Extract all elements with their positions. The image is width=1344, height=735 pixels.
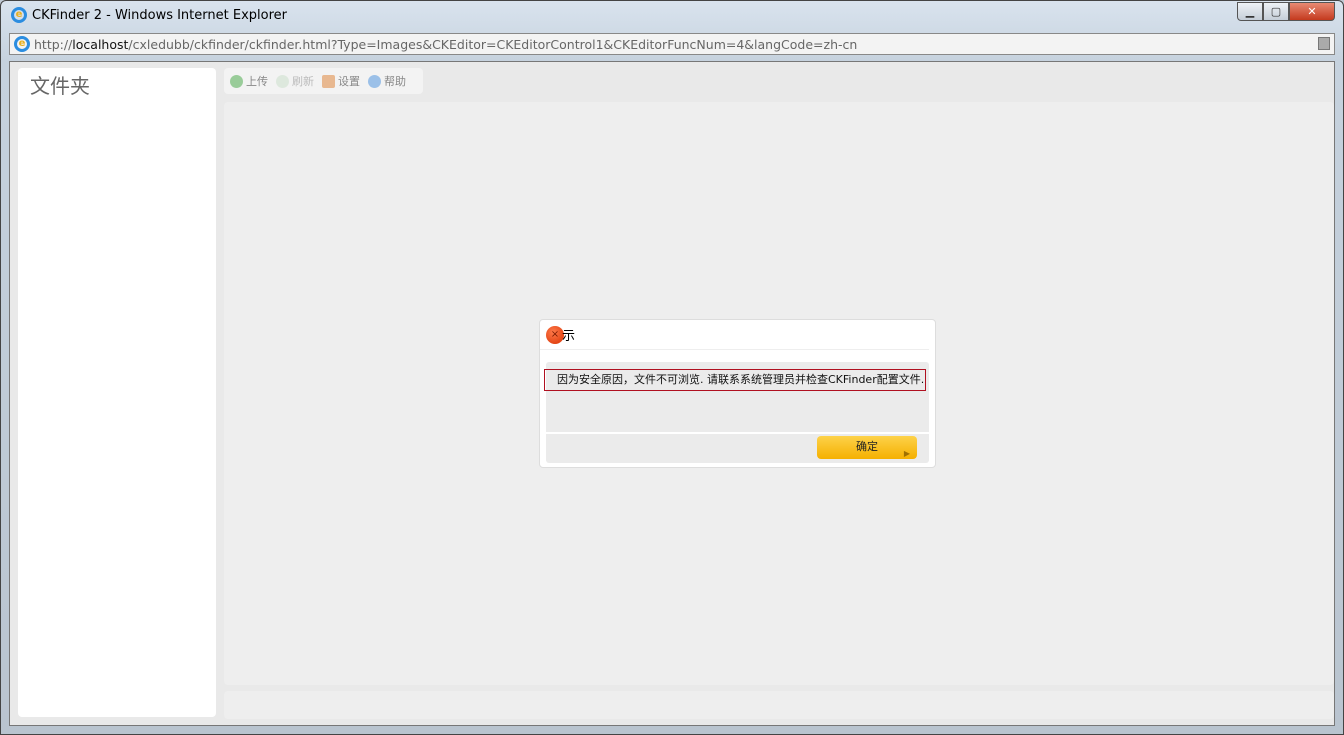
minimize-button[interactable]: ▁ bbox=[1237, 2, 1263, 21]
refresh-label: 刷新 bbox=[292, 75, 314, 88]
ie-page-icon: e bbox=[14, 36, 30, 52]
window-title: CKFinder 2 - Windows Internet Explorer bbox=[32, 7, 287, 23]
ok-label: 确定 bbox=[856, 441, 878, 453]
ie-icon: e bbox=[11, 7, 27, 23]
upload-icon bbox=[230, 74, 243, 88]
status-bar bbox=[224, 691, 1334, 719]
url-path: /cxledubb/ckfinder/ckfinder.html?Type=Im… bbox=[128, 36, 858, 52]
toolbar: 上传 刷新 设置 帮助 bbox=[224, 68, 423, 94]
ckfinder-app: 文件夹 上传 刷新 设置 帮助 × 示 因为安全原因，文件不可浏览. 请联系系统管… bbox=[9, 61, 1335, 726]
error-message: 因为安全原因，文件不可浏览. 请联系系统管理员并检查CKFinder配置文件. bbox=[544, 369, 926, 391]
url-host: localhost bbox=[72, 36, 129, 52]
ok-button[interactable]: 确定 ▶ bbox=[817, 436, 917, 459]
refresh-button[interactable]: 刷新 bbox=[276, 73, 314, 89]
address-bar[interactable]: e http://localhost/cxledubb/ckfinder/ckf… bbox=[9, 33, 1335, 55]
settings-button[interactable]: 设置 bbox=[322, 73, 360, 89]
refresh-icon bbox=[276, 74, 289, 88]
settings-label: 设置 bbox=[338, 75, 360, 88]
folders-panel: 文件夹 bbox=[18, 68, 216, 717]
wrench-icon bbox=[322, 74, 335, 88]
compatibility-view-icon[interactable] bbox=[1318, 37, 1330, 50]
dialog-title: 示 bbox=[562, 329, 576, 344]
url-prefix: http:// bbox=[34, 36, 73, 52]
error-dialog: × 示 因为安全原因，文件不可浏览. 请联系系统管理员并检查CKFinder配置文… bbox=[539, 319, 936, 468]
close-button[interactable]: ✕ bbox=[1289, 2, 1335, 21]
help-icon bbox=[368, 74, 381, 88]
browser-window: e CKFinder 2 - Windows Internet Explorer… bbox=[0, 0, 1344, 735]
upload-label: 上传 bbox=[246, 75, 268, 88]
url[interactable]: http://localhost/cxledubb/ckfinder/ckfin… bbox=[34, 37, 857, 52]
folders-title: 文件夹 bbox=[30, 74, 90, 98]
title-bar: e CKFinder 2 - Windows Internet Explorer bbox=[11, 7, 287, 23]
help-button[interactable]: 帮助 bbox=[368, 73, 406, 89]
help-label: 帮助 bbox=[384, 75, 406, 88]
upload-button[interactable]: 上传 bbox=[230, 73, 268, 89]
maximize-button[interactable]: ▢ bbox=[1263, 2, 1289, 21]
arrow-right-icon: ▶ bbox=[903, 449, 910, 458]
